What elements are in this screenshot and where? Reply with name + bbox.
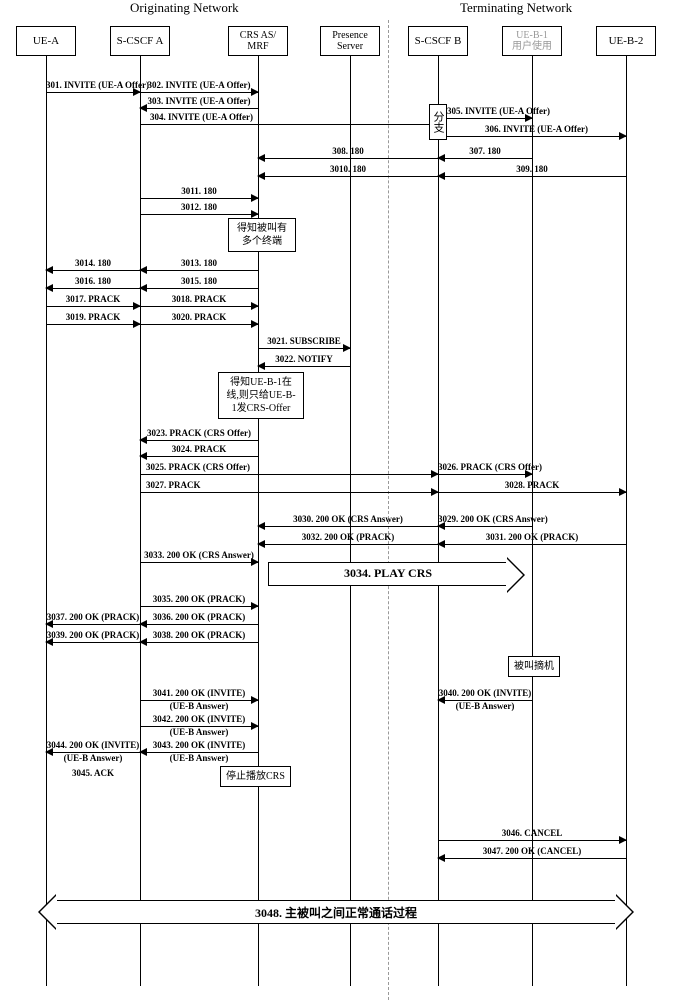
msg-3013: 3013. 180: [140, 260, 258, 272]
msg-3039: 3039. 200 OK (PRACK): [46, 632, 140, 644]
msg-3042: 3042. 200 OK (INVITE)(UE-B Answer): [140, 716, 258, 728]
msg-3025: 3025. PRACK (CRS Offer): [140, 464, 438, 476]
msg-304: 304. INVITE (UE-A Offer): [140, 114, 438, 126]
lane-ue-a: UE-A: [16, 26, 76, 56]
msg-3015: 3015. 180: [140, 278, 258, 290]
msg-3023: 3023. PRACK (CRS Offer): [140, 430, 258, 442]
msg-3020: 3020. PRACK: [140, 314, 258, 326]
msg-3028: 3028. PRACK: [438, 482, 626, 494]
terminating-network-label: Terminating Network: [460, 0, 572, 16]
msg-3046: 3046. CANCEL: [438, 830, 626, 842]
msg-302: 302. INVITE (UE-A Offer): [140, 82, 258, 94]
note-stop-crs: 停止播放CRS: [220, 766, 291, 787]
msg-3024: 3024. PRACK: [140, 446, 258, 458]
msg-3030: 3030. 200 OK (CRS Answer): [258, 516, 438, 528]
msg-305: 305. INVITE (UE-A Offer): [447, 108, 532, 120]
msg-3044: 3044. 200 OK (INVITE)(UE-B Answer): [46, 742, 140, 754]
msg-3036: 3036. 200 OK (PRACK): [140, 614, 258, 626]
lane-crs-as-mrf: CRS AS/ MRF: [228, 26, 288, 56]
msg-3014: 3014. 180: [46, 260, 140, 272]
msg-3018: 3018. PRACK: [140, 296, 258, 308]
msg-3037: 3037. 200 OK (PRACK): [46, 614, 140, 626]
msg-3031: 3031. 200 OK (PRACK): [438, 534, 626, 546]
msg-3017: 3017. PRACK: [46, 296, 140, 308]
msg-3038: 3038. 200 OK (PRACK): [140, 632, 258, 644]
msg-3029: 3029. 200 OK (CRS Answer): [438, 516, 532, 528]
msg-3032: 3032. 200 OK (PRACK): [258, 534, 438, 546]
msg-3022: 3022. NOTIFY: [258, 356, 350, 368]
lane-ue-b-2: UE-B-2: [596, 26, 656, 56]
msg-3012: 3012. 180: [140, 204, 258, 216]
lane-s-cscf-a: S-CSCF A: [110, 26, 170, 56]
msg-3027: 3027. PRACK: [140, 482, 438, 494]
msg-3016: 3016. 180: [46, 278, 140, 290]
msg-309: 309. 180: [438, 166, 626, 178]
play-crs-arrow: 3034. PLAY CRS: [268, 562, 508, 586]
msg-3035: 3035. 200 OK (PRACK): [140, 596, 258, 608]
lifeline-ue-a: [46, 56, 47, 986]
msg-303: 303. INVITE (UE-A Offer): [140, 98, 258, 110]
msg-3047: 3047. 200 OK (CANCEL): [438, 848, 626, 860]
lane-presence-server: Presence Server: [320, 26, 380, 56]
msg-3021: 3021. SUBSCRIBE: [258, 338, 350, 350]
msg-3011: 3011. 180: [140, 188, 258, 200]
lane-s-cscf-b: S-CSCF B: [408, 26, 468, 56]
msg-3041: 3041. 200 OK (INVITE)(UE-B Answer): [140, 690, 258, 702]
msg-308: 308. 180: [258, 148, 438, 160]
msg-3045: 3045. ACK: [46, 770, 140, 782]
originating-network-label: Originating Network: [130, 0, 239, 16]
msg-3026: 3026. PRACK (CRS Offer): [438, 464, 532, 476]
lane-ue-b-1: UE-B-1 用户使用: [502, 26, 562, 56]
fork-box: 分支: [429, 104, 447, 140]
note-multi-terminal: 得知被叫有多个终端: [228, 218, 296, 252]
msg-3033: 3033. 200 OK (CRS Answer): [140, 552, 258, 564]
normal-call-arrow: 3048. 主被叫之间正常通话过程: [38, 900, 634, 924]
lifeline-ue-b-2: [626, 56, 627, 986]
msg-307: 307. 180: [438, 148, 532, 160]
msg-3040: 3040. 200 OK (INVITE)(UE-B Answer): [438, 690, 532, 702]
msg-306: 306. INVITE (UE-A Offer): [447, 126, 626, 138]
note-hook-off: 被叫摘机: [508, 656, 560, 677]
sequence-diagram: Originating Network Terminating Network …: [10, 0, 666, 1000]
note-ueb1-online: 得知UE-B-1在线,则只给UE-B-1发CRS-Offer: [218, 372, 304, 419]
msg-3010: 3010. 180: [258, 166, 438, 178]
msg-3019: 3019. PRACK: [46, 314, 140, 326]
msg-301: 301. INVITE (UE-A Offer): [46, 82, 140, 94]
msg-3043: 3043. 200 OK (INVITE)(UE-B Answer): [140, 742, 258, 754]
